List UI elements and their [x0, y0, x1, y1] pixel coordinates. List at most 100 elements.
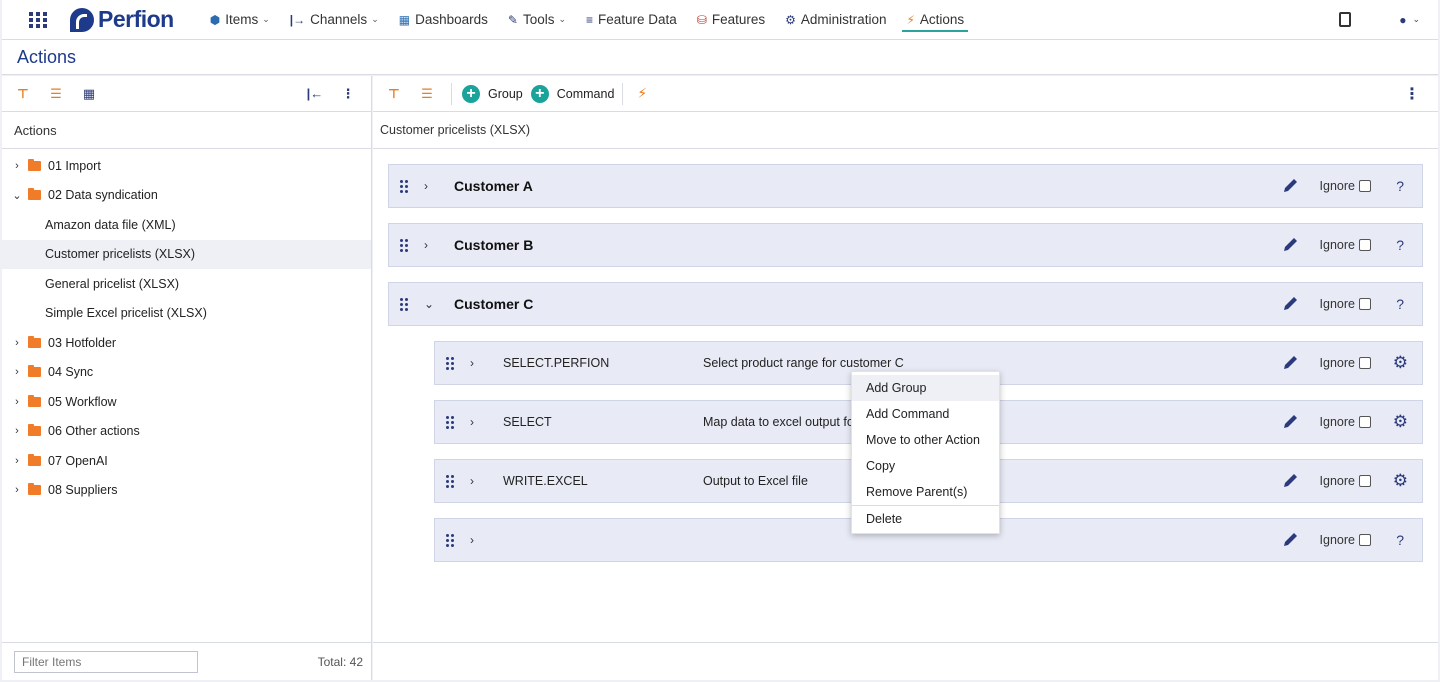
nav-features[interactable]: ⛁ Features — [687, 0, 775, 40]
chevron-right-icon[interactable]: › — [10, 160, 24, 172]
help-icon[interactable]: ? — [1396, 532, 1404, 548]
tree-item-amazon-data-file[interactable]: Amazon data file (XML) — [2, 210, 371, 240]
tree-folder-04-sync[interactable]: › 04 Sync — [2, 358, 371, 388]
user-icon[interactable]: ● — [1399, 13, 1406, 27]
ignore-toggle[interactable]: Ignore — [1320, 238, 1371, 252]
drag-handle-icon[interactable] — [400, 298, 408, 311]
edit-icon[interactable] — [1281, 295, 1299, 313]
chevron-down-icon[interactable]: ⌄ — [10, 189, 24, 202]
ignore-toggle[interactable]: Ignore — [1320, 415, 1371, 429]
add-group-button[interactable]: Group — [488, 87, 523, 101]
logo[interactable]: Perfion — [70, 6, 174, 33]
ignore-checkbox[interactable] — [1359, 239, 1371, 251]
drag-handle-icon[interactable] — [446, 534, 454, 547]
group-card[interactable]: › Customer A Ignore ? — [388, 164, 1423, 208]
gear-icon[interactable]: ⚙ — [1393, 412, 1408, 432]
ignore-checkbox[interactable] — [1359, 475, 1371, 487]
tree-item-simple-excel-pricelist[interactable]: Simple Excel pricelist (XLSX) — [2, 299, 371, 329]
ignore-checkbox[interactable] — [1359, 534, 1371, 546]
tree-collapse-icon[interactable]: ☰ — [418, 85, 436, 103]
ignore-checkbox[interactable] — [1359, 357, 1371, 369]
clipboard-icon[interactable] — [1339, 12, 1352, 27]
ignore-toggle[interactable]: Ignore — [1320, 297, 1371, 311]
chevron-right-icon[interactable]: › — [424, 179, 434, 193]
run-action-icon[interactable]: ⚡ — [637, 85, 647, 102]
chevron-right-icon[interactable]: › — [10, 425, 24, 437]
nav-channels[interactable]: |→ Channels ⌄ — [280, 0, 389, 40]
ignore-toggle[interactable]: Ignore — [1320, 533, 1371, 547]
grid-view-icon[interactable]: ▦ — [80, 85, 98, 103]
help-icon[interactable]: ? — [1396, 237, 1404, 253]
tree-item-customer-pricelists[interactable]: Customer pricelists (XLSX) — [2, 239, 371, 269]
logo-mark-icon — [70, 7, 94, 32]
tree-folder-03-hotfolder[interactable]: › 03 Hotfolder — [2, 328, 371, 358]
group-card[interactable]: ⌄ Customer C Ignore ? — [388, 282, 1423, 326]
filter-items-input[interactable] — [14, 650, 198, 673]
chevron-right-icon[interactable]: › — [10, 366, 24, 378]
ignore-checkbox[interactable] — [1359, 298, 1371, 310]
chevron-right-icon[interactable]: › — [10, 455, 24, 467]
chevron-right-icon[interactable]: › — [424, 238, 434, 252]
chevron-right-icon[interactable]: › — [10, 337, 24, 349]
edit-icon[interactable] — [1281, 177, 1299, 195]
group-card[interactable]: › Customer B Ignore ? — [388, 223, 1423, 267]
drag-handle-icon[interactable] — [400, 239, 408, 252]
drag-handle-icon[interactable] — [446, 357, 454, 370]
ignore-toggle[interactable]: Ignore — [1320, 356, 1371, 370]
drag-handle-icon[interactable] — [446, 475, 454, 488]
app-launcher-icon[interactable] — [24, 6, 52, 34]
ignore-checkbox[interactable] — [1359, 180, 1371, 192]
gear-icon[interactable]: ⚙ — [1393, 471, 1408, 491]
nav-dashboards[interactable]: ▦ Dashboards — [389, 0, 498, 40]
tree-folder-06-other-actions[interactable]: › 06 Other actions — [2, 417, 371, 447]
chevron-right-icon[interactable]: › — [10, 396, 24, 408]
drag-handle-icon[interactable] — [400, 180, 408, 193]
chevron-down-icon[interactable]: ⌄ — [424, 297, 434, 311]
chevron-right-icon[interactable]: › — [10, 484, 24, 496]
edit-icon[interactable] — [1281, 531, 1299, 549]
menu-item-add-group[interactable]: Add Group — [852, 375, 999, 401]
tree-folder-05-workflow[interactable]: › 05 Workflow — [2, 387, 371, 417]
chevron-right-icon[interactable]: › — [470, 356, 480, 370]
help-icon[interactable]: ? — [1396, 178, 1404, 194]
tree-expand-icon[interactable]: ⊤ — [385, 85, 403, 103]
add-group-icon[interactable]: + — [462, 84, 480, 103]
ignore-checkbox[interactable] — [1359, 416, 1371, 428]
nav-tools[interactable]: ✎ Tools ⌄ — [498, 0, 576, 40]
more-options-icon[interactable]: ⋮ — [339, 85, 357, 103]
chevron-down-icon[interactable]: ⌄ — [1412, 14, 1420, 25]
gear-icon[interactable]: ⚙ — [1393, 353, 1408, 373]
chevron-right-icon[interactable]: › — [470, 474, 480, 488]
ignore-toggle[interactable]: Ignore — [1320, 179, 1371, 193]
add-command-button[interactable]: Command — [557, 87, 615, 101]
chevron-right-icon[interactable]: › — [470, 415, 480, 429]
tree-collapse-icon[interactable]: ☰ — [47, 85, 65, 103]
add-command-icon[interactable]: + — [530, 84, 549, 103]
menu-item-remove-parents[interactable]: Remove Parent(s) — [852, 479, 999, 505]
menu-item-delete[interactable]: Delete — [852, 506, 999, 532]
tree-expand-icon[interactable]: ⊤ — [14, 85, 32, 103]
menu-item-copy[interactable]: Copy — [852, 453, 999, 479]
edit-icon[interactable] — [1281, 236, 1299, 254]
ignore-toggle[interactable]: Ignore — [1320, 474, 1371, 488]
nav-items-label: Items — [225, 12, 259, 27]
chevron-right-icon[interactable]: › — [470, 533, 480, 547]
tree-item-general-pricelist[interactable]: General pricelist (XLSX) — [2, 269, 371, 299]
nav-actions[interactable]: ⚡ Actions — [896, 0, 974, 40]
menu-item-add-command[interactable]: Add Command — [852, 401, 999, 427]
menu-item-move-to-other-action[interactable]: Move to other Action — [852, 427, 999, 453]
edit-icon[interactable] — [1281, 413, 1299, 431]
edit-icon[interactable] — [1281, 472, 1299, 490]
more-options-icon[interactable]: ⋮ — [1404, 84, 1420, 104]
tree-folder-07-openai[interactable]: › 07 OpenAI — [2, 446, 371, 476]
tree-folder-02-data-syndication[interactable]: ⌄ 02 Data syndication — [2, 181, 371, 211]
nav-feature-data[interactable]: ≡ Feature Data — [576, 0, 687, 40]
collapse-panel-icon[interactable]: |← — [306, 85, 324, 103]
nav-items[interactable]: ⬢ Items ⌄ — [200, 0, 280, 40]
drag-handle-icon[interactable] — [446, 416, 454, 429]
tree-folder-01-import[interactable]: › 01 Import — [2, 151, 371, 181]
nav-administration[interactable]: ⚙ Administration — [775, 0, 896, 40]
edit-icon[interactable] — [1281, 354, 1299, 372]
tree-folder-08-suppliers[interactable]: › 08 Suppliers — [2, 476, 371, 506]
help-icon[interactable]: ? — [1396, 296, 1404, 312]
